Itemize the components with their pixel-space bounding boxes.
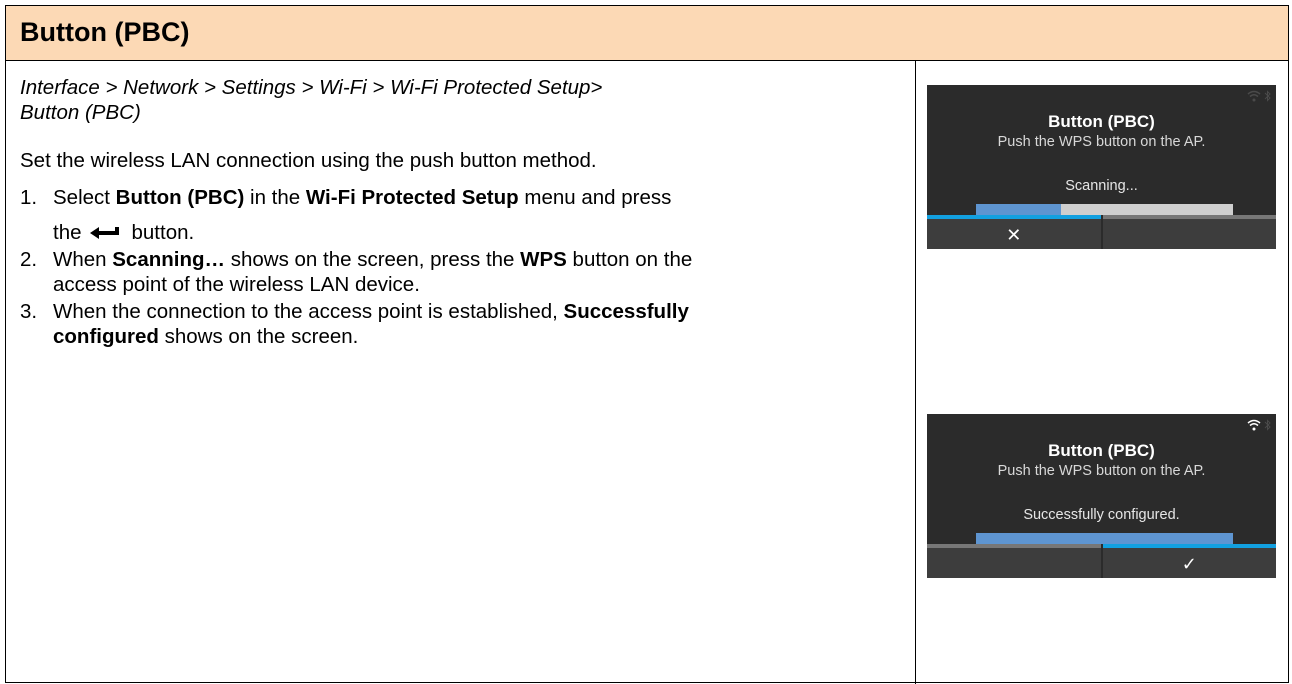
step-bold-text: configured [53,325,159,348]
menu-path-line1: Interface > Network > Settings > Wi-Fi >… [20,76,603,99]
softkey-indicator [1102,215,1276,219]
step-number: 3. [20,300,38,323]
step-text: When the connection to the access point … [53,300,564,323]
status-icons [1247,90,1271,102]
step-number: 1. [20,186,38,209]
menu-path-line2: Button (PBC) [20,101,141,124]
screen-status: Successfully configured. [1023,507,1180,523]
step-line: When Scanning… shows on the screen, pres… [53,247,900,272]
printer-screen-scanning: Button (PBC) Push the WPS button on the … [927,85,1276,249]
section-title: Button (PBC) [20,17,190,47]
step-item: 1. Select Button (PBC) in the Wi-Fi Prot… [20,185,900,245]
step-number: 2. [20,248,38,271]
left-softkey[interactable] [927,544,1101,578]
wifi-icon [1247,90,1261,102]
wifi-icon [1247,419,1261,431]
step-line: access point of the wireless LAN device. [53,273,420,296]
screen-subtitle: Push the WPS button on the AP. [997,463,1206,479]
step-line: When the connection to the access point … [53,299,900,324]
step-text: button on the [566,248,693,271]
menu-path: Interface > Network > Settings > Wi-Fi >… [20,75,900,125]
step-line: configured shows on the screen. [53,324,900,349]
step-item: 3. When the connection to the access poi… [20,299,900,349]
step-text: the [53,221,82,244]
screen-subtitle: Push the WPS button on the AP. [997,134,1206,150]
step-bold-text: WPS [520,248,567,271]
screen-title: Button (PBC) [1048,112,1155,131]
confirm-softkey[interactable]: ✓ [1100,544,1276,578]
softkey-bar: ✕ [927,215,1276,249]
right-softkey[interactable] [1100,215,1276,249]
section-header: Button (PBC) [6,6,1288,61]
step-text: in the [244,186,306,209]
step-line: Select Button (PBC) in the Wi-Fi Protect… [53,185,900,210]
cancel-softkey[interactable]: ✕ [927,215,1101,249]
step-text: menu and press [518,186,672,209]
step-text: Select [53,186,116,209]
bluetooth-icon [1264,419,1271,431]
status-icons [1247,419,1271,431]
step-bold-text: Wi-Fi Protected Setup [305,186,519,209]
checkmark-icon: ✓ [1181,553,1197,575]
softkey-bar: ✓ [927,544,1276,578]
steps-list: 1. Select Button (PBC) in the Wi-Fi Prot… [20,185,900,349]
screen-status: Scanning... [1065,178,1138,194]
step-item: 2. When Scanning… shows on the screen, p… [20,247,900,297]
softkey-indicator [927,215,1101,219]
bluetooth-icon [1264,90,1271,102]
step-text: button. [131,221,195,244]
step-text: shows on the screen, press the [225,248,521,271]
softkey-indicator [927,544,1101,548]
printer-screen-success: Button (PBC) Push the WPS button on the … [927,414,1276,578]
close-icon: ✕ [1006,224,1022,246]
softkey-indicator [1102,544,1276,548]
step-text: When [53,248,113,271]
enter-arrow-icon [89,226,119,239]
step-text: shows on the screen. [158,325,359,348]
step-bold-text: Scanning… [112,248,226,271]
screen-title: Button (PBC) [1048,441,1155,460]
instructions-column: Interface > Network > Settings > Wi-Fi >… [20,75,900,351]
step-bold-text: Successfully [563,300,689,323]
column-divider [915,61,916,684]
intro-text: Set the wireless LAN connection using th… [20,149,597,172]
step-line: the button. [53,220,900,245]
step-bold-text: Button (PBC) [115,186,245,209]
